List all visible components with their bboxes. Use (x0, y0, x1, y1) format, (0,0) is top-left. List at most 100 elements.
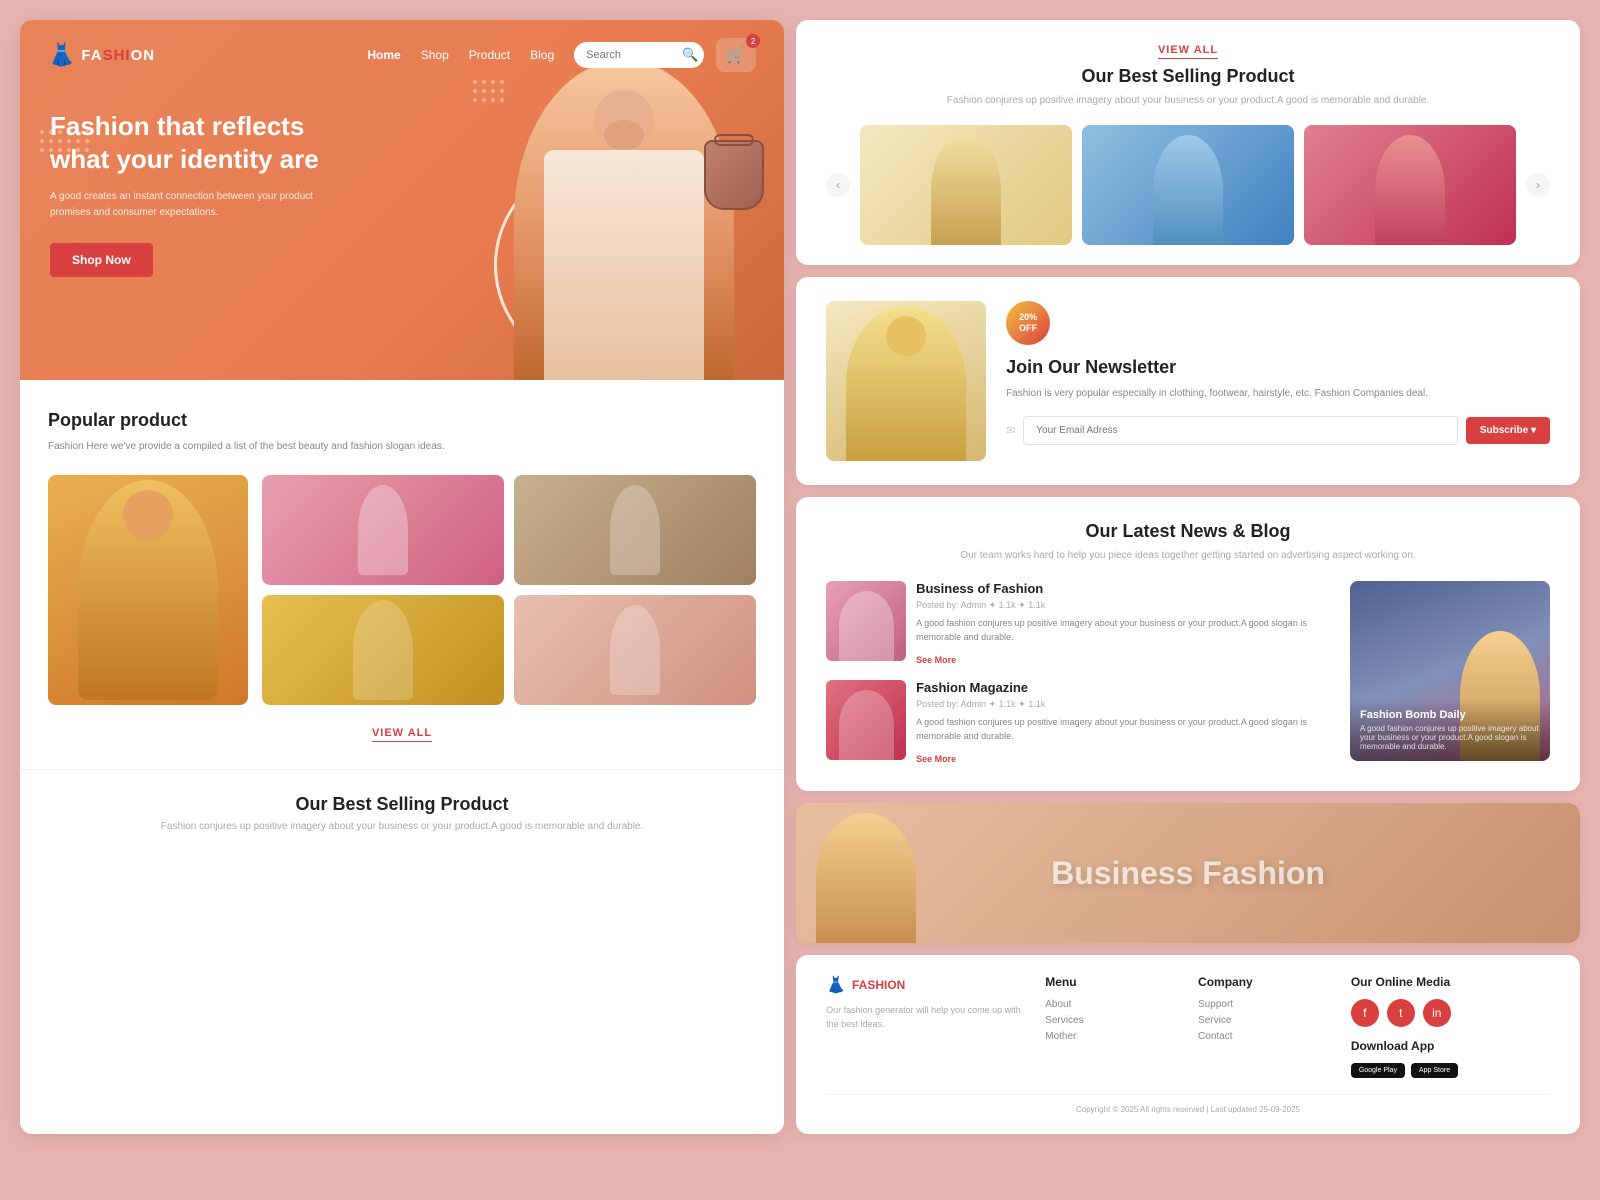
news-meta-1: Posted by: Admin ✦ 1.1k ✦ 1.1k (916, 600, 1338, 611)
news-excerpt-2: A good fashion conjures up positive imag… (916, 716, 1338, 743)
facebook-icon[interactable]: f (1351, 999, 1379, 1027)
news-excerpt-1: A good fashion conjures up positive imag… (916, 617, 1338, 644)
social-title: Our Online Media (1351, 975, 1550, 989)
subscribe-button[interactable]: Subscribe ▾ (1466, 417, 1550, 444)
search-bar: 🔍 (574, 42, 704, 68)
footer-link-about[interactable]: About (1045, 999, 1178, 1010)
product-card-3[interactable] (262, 595, 504, 705)
instagram-icon[interactable]: in (1423, 999, 1451, 1027)
news-featured[interactable]: Fashion Bomb Daily A good fashion conjur… (1350, 581, 1550, 761)
footer-brand: 👗 FASHION Our fashion generator will hel… (826, 975, 1025, 1078)
newsletter-form: ✉ Subscribe ▾ (1006, 416, 1550, 445)
right-panel: VIEW ALL Our Best Selling Product Fashio… (796, 20, 1580, 1134)
news-title-1: Business of Fashion (916, 581, 1338, 596)
shop-now-button[interactable]: Shop Now (50, 243, 153, 277)
carousel-items (860, 125, 1516, 245)
best-selling-bottom-desc: Fashion conjures up positive imagery abo… (48, 821, 756, 832)
news-grid: Business of Fashion Posted by: Admin ✦ 1… (826, 581, 1550, 767)
footer-menu-title: Menu (1045, 975, 1178, 989)
footer-copyright: Copyright © 2025 All rights reserved | L… (826, 1094, 1550, 1114)
hero-bag-decoration (704, 140, 764, 210)
nav-home[interactable]: Home (367, 48, 400, 62)
discount-badge: 20% OFF (1006, 301, 1050, 345)
footer-company-title: Company (1198, 975, 1331, 989)
view-all-row: VIEW ALL (48, 723, 756, 741)
footer-brand-name: FASHION (852, 978, 905, 992)
popular-desc: Fashion Here we've provide a compiled a … (48, 439, 756, 455)
best-selling-top-card: VIEW ALL Our Best Selling Product Fashio… (796, 20, 1580, 265)
footer-link-service[interactable]: Service (1198, 1015, 1331, 1026)
business-fashion-figure (816, 813, 916, 943)
social-icons: f t in (1351, 999, 1550, 1027)
app-title: Download App (1351, 1039, 1550, 1053)
product-card-1[interactable] (262, 475, 504, 585)
main-nav: 👗 FASHION Home Shop Product Blog 🔍 🛒 2 (20, 20, 784, 72)
news-image-1 (826, 581, 906, 661)
footer-logo-icon: 👗 (826, 975, 846, 995)
products-sub-grid (262, 475, 756, 705)
footer-link-mother[interactable]: Mother (1045, 1031, 1178, 1042)
news-content-2: Fashion Magazine Posted by: Admin ✦ 1.1k… (916, 680, 1338, 767)
product-main-image (48, 475, 248, 705)
hero-title: Fashion that reflects what your identity… (50, 110, 350, 175)
newsletter-image (826, 301, 986, 461)
see-more-2[interactable]: See More (916, 754, 956, 764)
see-more-1[interactable]: See More (916, 655, 956, 665)
logo-icon: 👗 (48, 42, 75, 68)
email-input[interactable] (1023, 416, 1458, 445)
latest-news-title: Our Latest News & Blog (826, 521, 1550, 542)
news-title-2: Fashion Magazine (916, 680, 1338, 695)
footer-link-support[interactable]: Support (1198, 999, 1331, 1010)
nav-product[interactable]: Product (469, 48, 510, 62)
hero-dots-right (473, 80, 504, 102)
app-store-badge[interactable]: App Store (1411, 1063, 1458, 1078)
featured-title: Fashion Bomb Daily (1360, 709, 1540, 721)
carousel-prev[interactable]: ‹ (826, 173, 850, 197)
hero-content: Fashion that reflects what your identity… (50, 110, 350, 277)
product-carousel: ‹ › (826, 125, 1550, 245)
best-selling-title: Our Best Selling Product (826, 66, 1550, 87)
product-card-4[interactable] (514, 595, 756, 705)
carousel-item-2[interactable] (1082, 125, 1294, 245)
footer: 👗 FASHION Our fashion generator will hel… (796, 955, 1580, 1134)
footer-menu: Menu About Services Mother (1045, 975, 1178, 1078)
latest-news-section: Our Latest News & Blog Our team works ha… (796, 497, 1580, 791)
view-all-top-link[interactable]: VIEW ALL (1158, 44, 1218, 59)
footer-company: Company Support Service Contact (1198, 975, 1331, 1078)
news-item-1: Business of Fashion Posted by: Admin ✦ 1… (826, 581, 1338, 668)
carousel-next[interactable]: › (1526, 173, 1550, 197)
featured-desc: A good fashion conjures up positive imag… (1360, 724, 1540, 751)
app-badges: Google Play App Store (1351, 1063, 1550, 1078)
popular-products-section: Popular product Fashion Here we've provi… (20, 380, 784, 769)
hero-section: 👗 FASHION Home Shop Product Blog 🔍 🛒 2 (20, 20, 784, 380)
twitter-icon[interactable]: t (1387, 999, 1415, 1027)
best-selling-bottom-title: Our Best Selling Product (48, 794, 756, 815)
google-play-badge[interactable]: Google Play (1351, 1063, 1405, 1078)
latest-news-card: Our Latest News & Blog Our team works ha… (796, 497, 1580, 791)
footer-link-contact[interactable]: Contact (1198, 1031, 1331, 1042)
business-fashion-banner: Business Fashion (796, 803, 1580, 943)
featured-overlay: Fashion Bomb Daily A good fashion conjur… (1350, 699, 1550, 761)
hero-model-figure (514, 60, 734, 380)
newsletter-desc: Fashion is very popular especially in cl… (1006, 386, 1550, 402)
carousel-item-1[interactable] (860, 125, 1072, 245)
newsletter-title: Join Our Newsletter (1006, 357, 1550, 378)
logo-text: FASHION (81, 47, 155, 64)
search-input[interactable] (586, 49, 676, 61)
logo: 👗 FASHION (48, 42, 155, 68)
nav-shop[interactable]: Shop (421, 48, 449, 62)
nav-blog[interactable]: Blog (530, 48, 554, 62)
footer-link-services[interactable]: Services (1045, 1015, 1178, 1026)
product-card-2[interactable] (514, 475, 756, 585)
cart-button[interactable]: 🛒 2 (716, 38, 756, 72)
view-all-link[interactable]: VIEW ALL (372, 727, 432, 742)
products-grid (48, 475, 756, 705)
news-content-1: Business of Fashion Posted by: Admin ✦ 1… (916, 581, 1338, 668)
footer-grid: 👗 FASHION Our fashion generator will hel… (826, 975, 1550, 1078)
carousel-item-3[interactable] (1304, 125, 1516, 245)
nav-links: Home Shop Product Blog (367, 48, 554, 62)
news-image-2 (826, 680, 906, 760)
newsletter-content: 20% OFF Join Our Newsletter Fashion is v… (1006, 301, 1550, 445)
best-selling-desc: Fashion conjures up positive imagery abo… (826, 93, 1550, 109)
footer-brand-desc: Our fashion generator will help you come… (826, 1003, 1025, 1032)
